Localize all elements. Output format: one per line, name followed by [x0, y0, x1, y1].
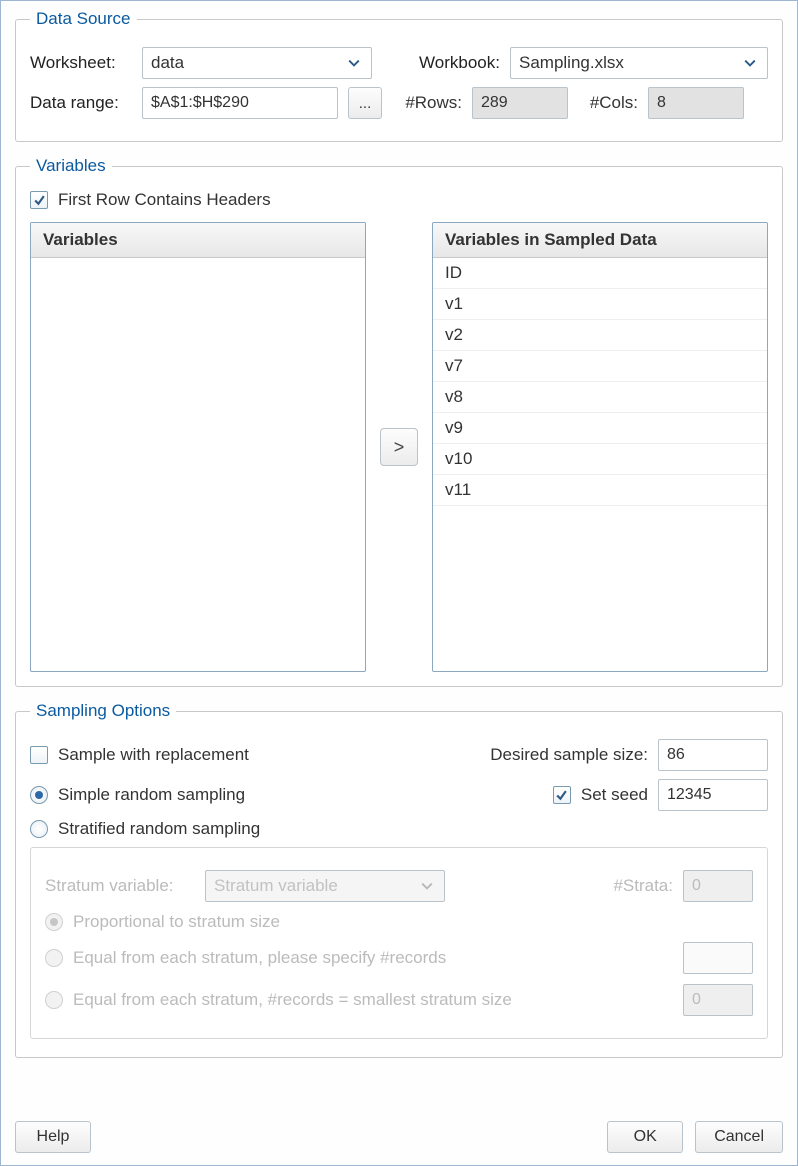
list-item[interactable]: v11 — [433, 475, 767, 506]
equal-smallest-radio — [45, 991, 63, 1009]
equal-specify-radio — [45, 949, 63, 967]
ncols-value — [648, 87, 744, 119]
sample-with-replacement-label: Sample with replacement — [58, 745, 249, 765]
sampled-variables-header: Variables in Sampled Data — [433, 223, 767, 258]
proportional-radio — [45, 913, 63, 931]
list-item[interactable]: v8 — [433, 382, 767, 413]
set-seed-checkbox[interactable] — [553, 786, 571, 804]
nrows-label: #Rows: — [392, 93, 462, 113]
proportional-label: Proportional to stratum size — [73, 912, 280, 932]
workbook-value: Sampling.xlsx — [519, 53, 624, 73]
worksheet-label: Worksheet: — [30, 53, 132, 73]
sampling-options-group: Sampling Options Sample with replacement… — [15, 701, 783, 1058]
desired-sample-size-label: Desired sample size: — [490, 745, 648, 765]
worksheet-dropdown[interactable]: data — [142, 47, 372, 79]
list-item[interactable]: v1 — [433, 289, 767, 320]
list-item[interactable]: v9 — [433, 413, 767, 444]
list-item[interactable]: v10 — [433, 444, 767, 475]
ncols-label: #Cols: — [578, 93, 638, 113]
workbook-dropdown[interactable]: Sampling.xlsx — [510, 47, 768, 79]
data-source-legend: Data Source — [30, 9, 137, 29]
button-bar: Help OK Cancel — [15, 1121, 783, 1153]
stratum-variable-label: Stratum variable: — [45, 876, 195, 896]
simple-sampling-radio[interactable] — [30, 786, 48, 804]
list-item[interactable]: v2 — [433, 320, 767, 351]
set-seed-label: Set seed — [581, 785, 648, 805]
list-item[interactable]: ID — [433, 258, 767, 289]
available-variables-list[interactable]: Variables — [30, 222, 366, 672]
desired-sample-size-input[interactable] — [658, 739, 768, 771]
stratified-sampling-label: Stratified random sampling — [58, 819, 260, 839]
worksheet-value: data — [151, 53, 184, 73]
equal-smallest-label: Equal from each stratum, #records = smal… — [73, 990, 512, 1010]
workbook-label: Workbook: — [392, 53, 500, 73]
equal-smallest-value — [683, 984, 753, 1016]
ok-button[interactable]: OK — [607, 1121, 683, 1153]
chevron-down-icon — [741, 54, 759, 72]
stratified-sampling-radio[interactable] — [30, 820, 48, 838]
simple-sampling-label: Simple random sampling — [58, 785, 245, 805]
stratified-options-panel: Stratum variable: Stratum variable #Stra… — [30, 847, 768, 1039]
stratum-variable-dropdown: Stratum variable — [205, 870, 445, 902]
dialog: Data Source Worksheet: data Workbook: Sa… — [0, 0, 798, 1166]
sampling-options-legend: Sampling Options — [30, 701, 176, 721]
first-row-headers-label: First Row Contains Headers — [58, 190, 271, 210]
available-variables-header: Variables — [31, 223, 365, 258]
datarange-browse-button[interactable]: ... — [348, 87, 382, 119]
variables-legend: Variables — [30, 156, 112, 176]
move-right-button[interactable]: > — [380, 428, 418, 466]
equal-specify-input — [683, 942, 753, 974]
data-source-group: Data Source Worksheet: data Workbook: Sa… — [15, 9, 783, 142]
cancel-button[interactable]: Cancel — [695, 1121, 783, 1153]
help-button[interactable]: Help — [15, 1121, 91, 1153]
variables-group: Variables First Row Contains Headers Var… — [15, 156, 783, 687]
nrows-value — [472, 87, 568, 119]
first-row-headers-checkbox[interactable] — [30, 191, 48, 209]
sampled-variables-list[interactable]: Variables in Sampled Data IDv1v2v7v8v9v1… — [432, 222, 768, 672]
nstrata-value — [683, 870, 753, 902]
stratum-variable-placeholder: Stratum variable — [214, 876, 338, 896]
nstrata-label: #Strata: — [613, 876, 673, 896]
set-seed-input[interactable] — [658, 779, 768, 811]
datarange-input[interactable] — [142, 87, 338, 119]
equal-specify-label: Equal from each stratum, please specify … — [73, 948, 446, 968]
sample-with-replacement-checkbox[interactable] — [30, 746, 48, 764]
chevron-down-icon — [418, 877, 436, 895]
chevron-down-icon — [345, 54, 363, 72]
list-item[interactable]: v7 — [433, 351, 767, 382]
datarange-label: Data range: — [30, 93, 132, 113]
